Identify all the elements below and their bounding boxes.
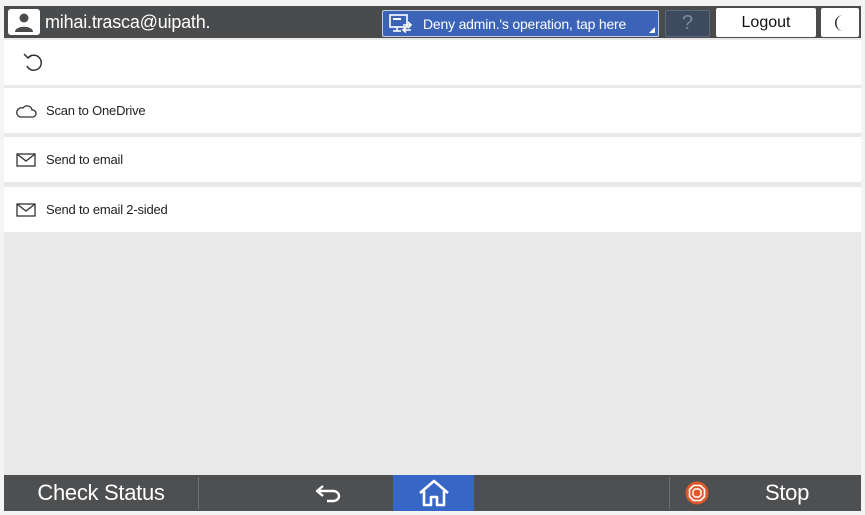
energy-saver-button[interactable] — [821, 8, 859, 37]
logout-button[interactable]: Logout — [716, 8, 816, 37]
list-item-send-to-email-2-sided[interactable]: Send to email 2-sided — [4, 187, 861, 232]
user-name: mihai.trasca@uipath. — [45, 11, 211, 32]
app-frame: mihai.trasca@uipath. Deny admin.'s opera… — [4, 6, 861, 511]
deny-admin-operation-button[interactable]: Deny admin.'s operation, tap here — [382, 10, 659, 37]
list-item-label: Send to email 2-sided — [46, 202, 168, 217]
check-status-button[interactable]: Check Status — [4, 475, 198, 511]
home-icon — [419, 479, 449, 507]
bottom-bar: Check Status Stop — [4, 475, 861, 511]
list-item-send-to-email[interactable]: Send to email — [4, 137, 861, 182]
monitor-remote-icon — [389, 13, 413, 33]
list-item-scan-to-onedrive[interactable]: Scan to OneDrive — [4, 88, 861, 133]
list-item-label: Scan to OneDrive — [46, 103, 146, 118]
back-arrow-icon — [315, 485, 341, 503]
toolbar-row — [4, 40, 861, 85]
reset-icon[interactable] — [22, 52, 44, 74]
back-button[interactable] — [199, 475, 392, 511]
stop-label: Stop — [765, 480, 810, 505]
home-button[interactable] — [393, 475, 474, 511]
stop-icon — [685, 481, 709, 505]
deny-button-label: Deny admin.'s operation, tap here — [423, 15, 627, 32]
dropdown-corner-icon — [649, 27, 655, 33]
stop-button[interactable]: Stop — [669, 475, 861, 511]
cloud-icon — [15, 102, 37, 120]
top-bar: mihai.trasca@uipath. Deny admin.'s opera… — [4, 6, 861, 38]
moon-icon — [835, 15, 843, 31]
help-button[interactable]: ? — [665, 10, 710, 37]
user-account[interactable]: mihai.trasca@uipath. — [8, 9, 211, 35]
list-item-label: Send to email — [46, 152, 123, 167]
user-icon — [8, 9, 40, 35]
envelope-icon — [15, 151, 37, 169]
envelope-icon — [15, 201, 37, 219]
